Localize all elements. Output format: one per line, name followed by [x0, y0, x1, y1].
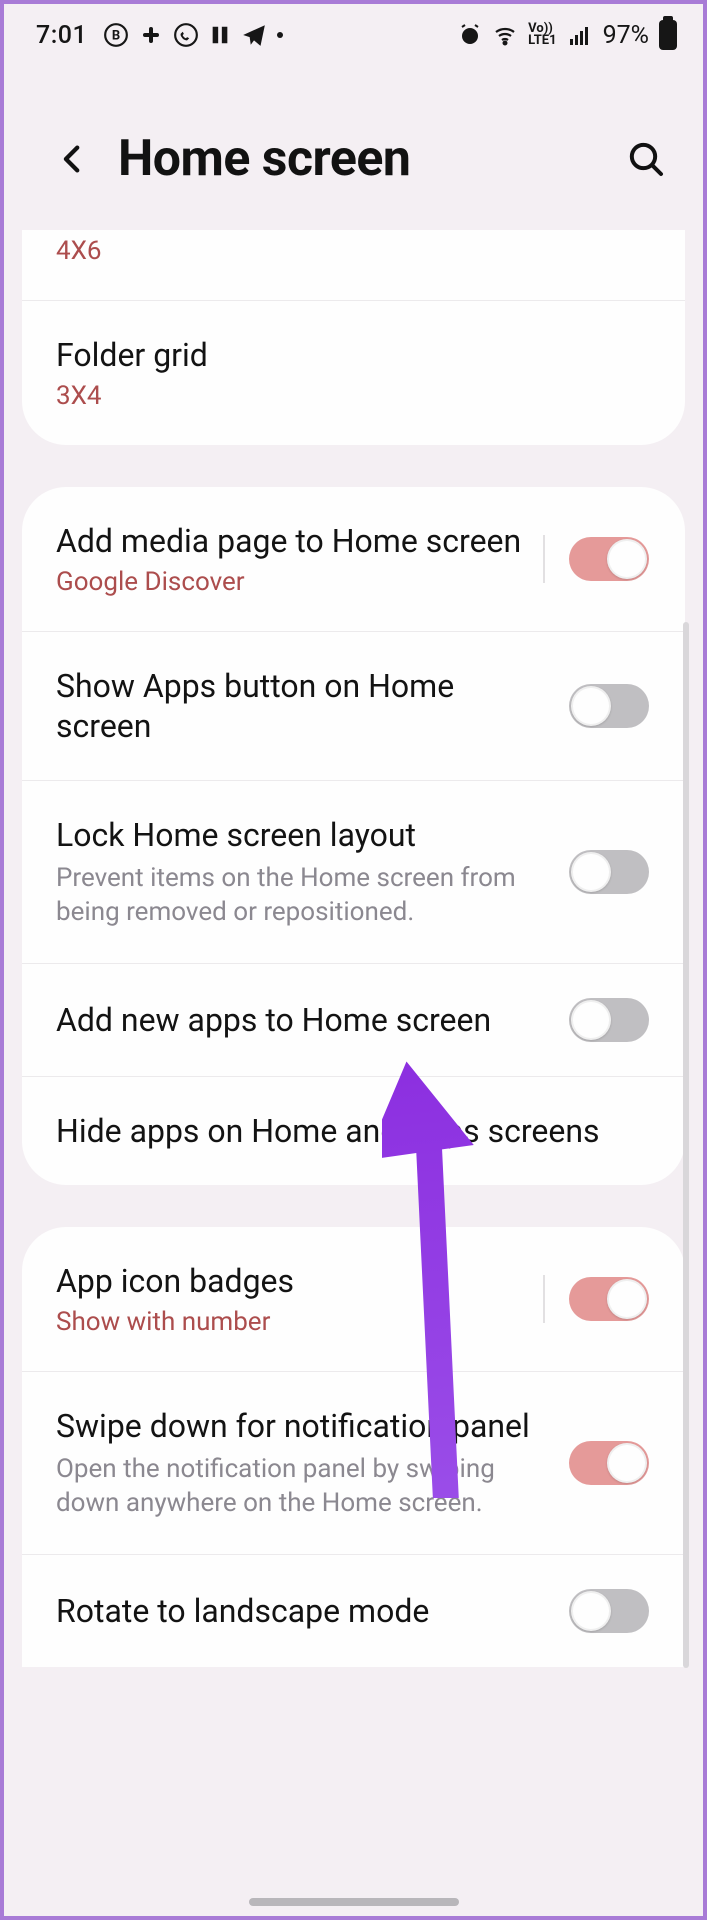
volte-icon: Vo))LTE1 — [528, 23, 556, 47]
slack-icon — [139, 23, 163, 47]
folder-grid-label: Folder grid — [56, 335, 649, 375]
home-grid-row[interactable]: 4X6 — [22, 230, 685, 300]
media-page-sub: Google Discover — [56, 567, 523, 597]
search-button[interactable] — [623, 136, 669, 182]
status-time: 7:01 — [36, 21, 87, 50]
badges-row[interactable]: App icon badges Show with number — [22, 1227, 685, 1371]
signal-icon — [567, 23, 593, 47]
wifi-icon — [492, 23, 518, 47]
rotate-toggle[interactable] — [569, 1589, 649, 1633]
home-indicator[interactable] — [249, 1898, 459, 1906]
rotate-row[interactable]: Rotate to landscape mode — [22, 1554, 685, 1667]
circle-b-icon: B — [103, 22, 129, 48]
swipe-toggle[interactable] — [569, 1441, 649, 1485]
apps-button-toggle[interactable] — [569, 684, 649, 728]
header: Home screen — [4, 66, 703, 230]
add-new-apps-toggle[interactable] — [569, 998, 649, 1042]
swipe-row[interactable]: Swipe down for notification panel Open t… — [22, 1371, 685, 1554]
status-bar: 7:01 B Vo))LTE1 97% — [4, 4, 703, 66]
apps-button-label: Show Apps button on Home screen — [56, 666, 549, 746]
divider — [543, 535, 545, 583]
home-grid-value: 4X6 — [56, 236, 649, 266]
rotate-label: Rotate to landscape mode — [56, 1591, 549, 1631]
whatsapp-icon — [173, 22, 199, 48]
home-options-card: Add media page to Home screen Google Dis… — [22, 487, 685, 1185]
lock-layout-row[interactable]: Lock Home screen layout Prevent items on… — [22, 780, 685, 963]
folder-grid-row[interactable]: Folder grid 3X4 — [22, 300, 685, 445]
battery-percent: 97% — [603, 21, 649, 50]
add-new-apps-label: Add new apps to Home screen — [56, 1000, 549, 1040]
media-page-row[interactable]: Add media page to Home screen Google Dis… — [22, 487, 685, 631]
lock-layout-label: Lock Home screen layout — [56, 815, 549, 855]
search-icon — [626, 139, 666, 179]
media-page-toggle[interactable] — [569, 537, 649, 581]
badges-toggle[interactable] — [569, 1277, 649, 1321]
telegram-icon — [241, 22, 267, 48]
more-notifications-dot-icon — [277, 32, 283, 38]
misc-options-card: App icon badges Show with number Swipe d… — [22, 1227, 685, 1667]
alarm-icon — [458, 23, 482, 47]
apps-button-row[interactable]: Show Apps button on Home screen — [22, 631, 685, 780]
back-button[interactable] — [50, 136, 96, 182]
grid-settings-card: 4X6 Folder grid 3X4 — [22, 230, 685, 445]
scrollbar[interactable] — [683, 622, 689, 1668]
hide-apps-row[interactable]: Hide apps on Home and Apps screens — [22, 1076, 685, 1185]
chevron-left-icon — [56, 142, 90, 176]
media-page-label: Add media page to Home screen — [56, 521, 523, 561]
badges-sub: Show with number — [56, 1307, 523, 1337]
hide-apps-label: Hide apps on Home and Apps screens — [56, 1111, 649, 1151]
battery-icon — [659, 20, 677, 50]
lock-layout-sub: Prevent items on the Home screen from be… — [56, 861, 549, 929]
status-right: Vo))LTE1 97% — [458, 20, 677, 50]
pause-icon — [209, 23, 231, 47]
divider — [543, 1275, 545, 1323]
add-new-apps-row[interactable]: Add new apps to Home screen — [22, 963, 685, 1076]
svg-text:B: B — [112, 28, 120, 43]
status-left: 7:01 B — [36, 21, 283, 50]
badges-label: App icon badges — [56, 1261, 523, 1301]
swipe-label: Swipe down for notification panel — [56, 1406, 549, 1446]
folder-grid-value: 3X4 — [56, 381, 649, 411]
swipe-sub: Open the notification panel by swiping d… — [56, 1452, 549, 1520]
lock-layout-toggle[interactable] — [569, 850, 649, 894]
page-title: Home screen — [118, 130, 410, 188]
